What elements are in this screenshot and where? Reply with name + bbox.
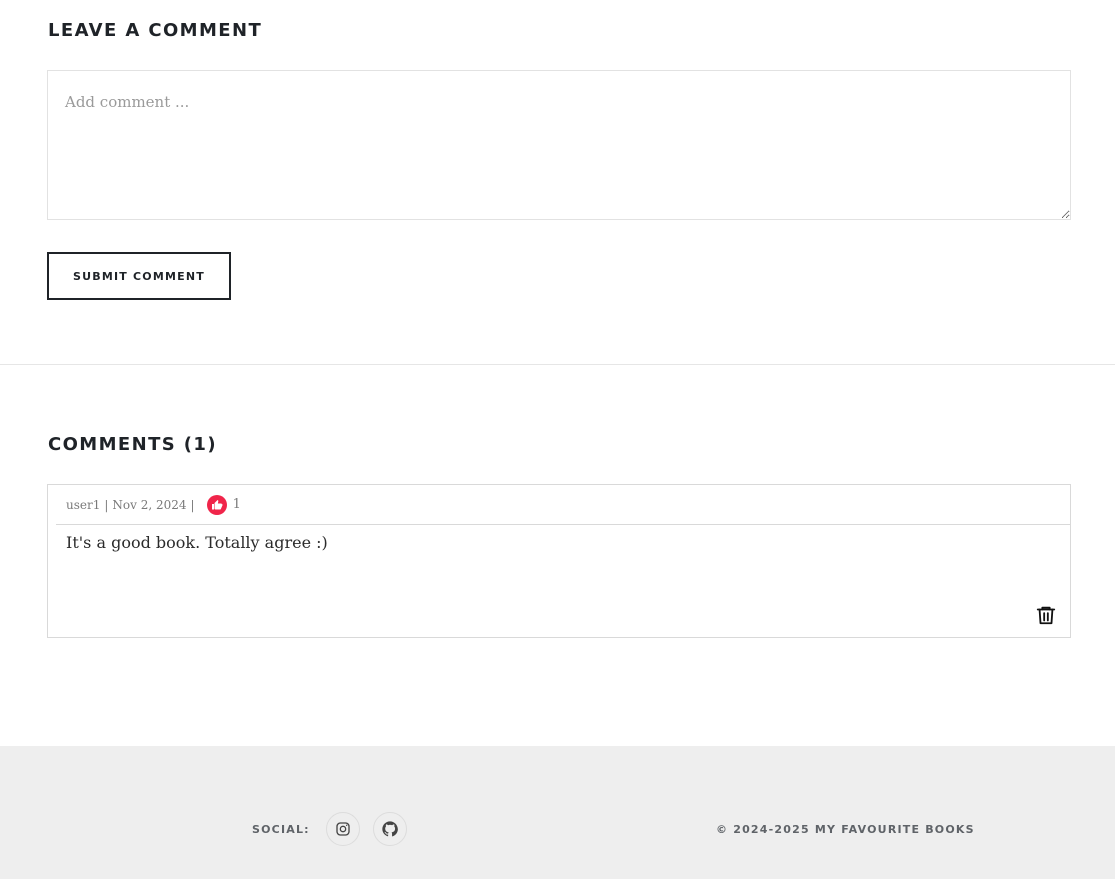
comment-author: user1 — [66, 497, 101, 512]
page-footer: SOCIAL: © 2024-2025 MY FAVOURITE BOOKS — [0, 746, 1115, 879]
copyright-text: © 2024-2025 MY FAVOURITE BOOKS — [716, 823, 975, 836]
comment-textarea[interactable] — [47, 70, 1071, 220]
comment-body: It's a good book. Totally agree :) — [66, 533, 328, 552]
instagram-link[interactable] — [326, 812, 360, 846]
comment-date: Nov 2, 2024 — [112, 497, 187, 512]
meta-separator: | — [104, 497, 109, 512]
like-count: 1 — [232, 497, 241, 512]
comment-item: user1 | Nov 2, 2024 | 1 It's a good book… — [47, 484, 1071, 638]
trash-icon — [1036, 606, 1056, 625]
instagram-icon — [336, 822, 350, 836]
comments-heading: COMMENTS (1) — [48, 434, 217, 455]
comment-meta: user1 | Nov 2, 2024 | 1 — [56, 485, 1070, 525]
social-label: SOCIAL: — [252, 823, 310, 836]
like-button[interactable] — [206, 494, 227, 515]
section-divider — [0, 364, 1115, 365]
submit-comment-button[interactable]: SUBMIT COMMENT — [47, 252, 231, 300]
meta-separator: | — [190, 497, 195, 512]
github-link[interactable] — [373, 812, 407, 846]
delete-comment-button[interactable] — [1034, 603, 1058, 627]
leave-comment-heading: LEAVE A COMMENT — [48, 20, 263, 41]
github-icon — [382, 821, 398, 837]
thumbs-up-icon — [211, 499, 223, 509]
